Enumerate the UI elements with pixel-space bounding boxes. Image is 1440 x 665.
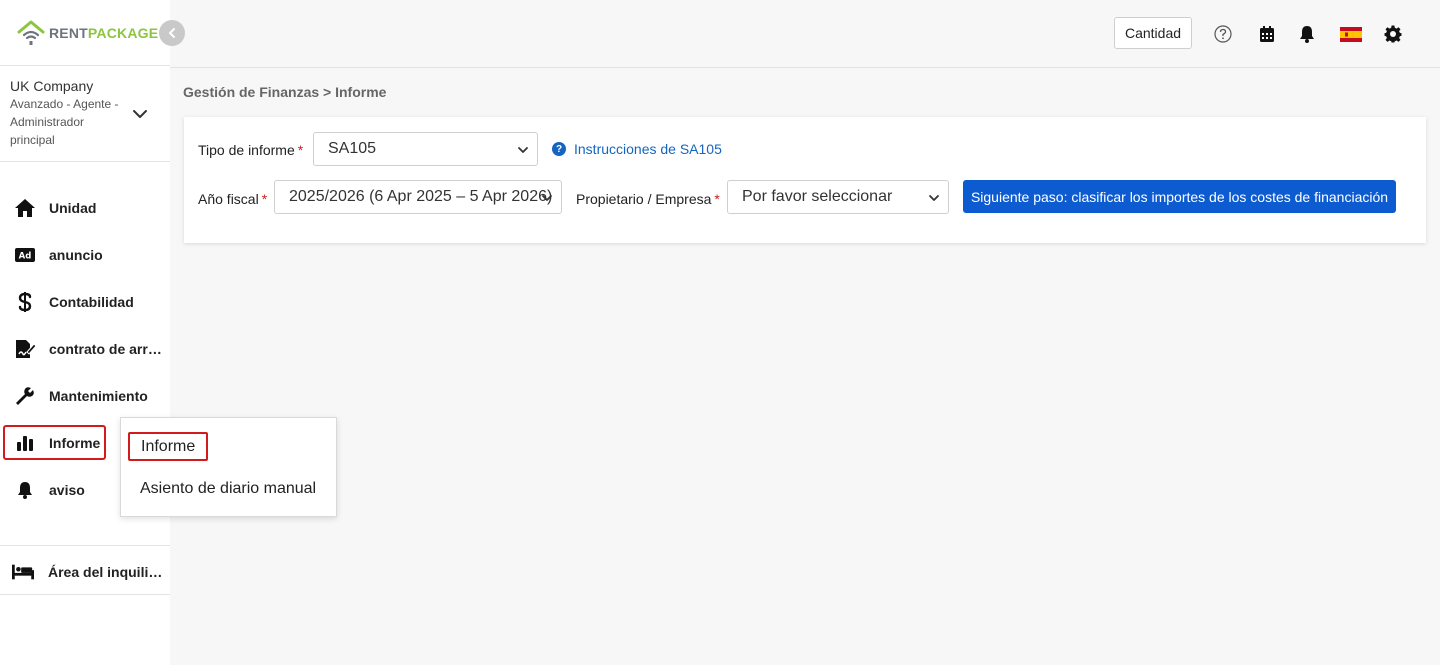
user-role: Avanzado - Agente - Administrador princi… <box>10 97 119 147</box>
submenu-item-journal-entry[interactable]: Asiento de diario manual <box>140 480 316 498</box>
divider <box>0 545 170 546</box>
home-icon <box>14 197 36 219</box>
sidebar-item-contabilidad[interactable]: Contabilidad <box>0 284 170 320</box>
sidebar-item-label: anuncio <box>49 247 103 263</box>
required-asterisk: * <box>714 191 720 207</box>
chevron-down-icon <box>542 195 552 201</box>
sidebar-item-label: contrato de arrendamiento <box>49 341 165 357</box>
required-asterisk: * <box>261 191 268 207</box>
question-circle-icon: ? <box>552 142 566 156</box>
chevron-down-icon <box>518 147 528 153</box>
collapse-sidebar-button[interactable] <box>159 20 185 46</box>
sidebar-item-anuncio[interactable]: Ad anuncio <box>0 237 170 273</box>
divider <box>0 65 170 66</box>
sidebar-item-label: Contabilidad <box>49 294 134 310</box>
brand-name: RENTPACKAGE <box>49 25 159 41</box>
report-type-select[interactable]: SA105 <box>313 132 538 166</box>
sidebar-item-label: Área del inquilino <box>48 564 164 580</box>
gear-icon[interactable] <box>1383 24 1403 44</box>
divider <box>0 161 170 162</box>
sidebar-item-mantenimiento[interactable]: Mantenimiento <box>0 378 170 414</box>
owner-label: Propietario / Empresa * <box>576 191 720 207</box>
breadcrumb: Gestión de Finanzas > Informe <box>183 84 387 100</box>
report-form-card: Tipo de informe * SA105 ? Instrucciones d… <box>184 117 1426 243</box>
sidebar-item-tenant-area[interactable]: Área del inquilino <box>0 554 170 590</box>
quantity-button[interactable]: Cantidad <box>1114 17 1192 49</box>
chevron-left-icon <box>169 28 175 38</box>
fiscal-year-select[interactable]: 2025/2026 (6 Apr 2025 – 5 Apr 2026) <box>274 180 562 214</box>
svg-text:Ad: Ad <box>19 252 32 262</box>
sidebar-item-unidad[interactable]: Unidad <box>0 190 170 226</box>
sa105-instructions-link[interactable]: ? Instrucciones de SA105 <box>552 141 722 157</box>
chevron-down-icon <box>929 195 939 201</box>
chevron-down-icon[interactable] <box>132 108 148 120</box>
spain-flag-icon[interactable] <box>1340 24 1362 44</box>
ad-icon: Ad <box>14 244 36 266</box>
calendar-icon[interactable] <box>1257 24 1277 44</box>
report-type-label: Tipo de informe * <box>198 142 304 158</box>
company-name: UK Company <box>10 78 94 94</box>
fiscal-year-label: Año fiscal * <box>198 191 268 207</box>
contract-icon <box>14 338 36 360</box>
sidebar-item-label: aviso <box>49 482 85 498</box>
informe-submenu: Informe Asiento de diario manual <box>120 417 337 517</box>
bell-icon <box>14 479 36 501</box>
divider <box>0 594 170 595</box>
sidebar-item-label: Unidad <box>49 200 97 216</box>
dollar-icon <box>14 291 36 313</box>
active-highlight <box>3 425 106 460</box>
sidebar-item-contrato[interactable]: contrato de arrendamiento <box>0 331 170 367</box>
next-step-button[interactable]: Siguiente paso: clasificar los importes … <box>963 180 1396 213</box>
bell-icon[interactable] <box>1297 24 1317 44</box>
required-asterisk: * <box>297 142 304 158</box>
submenu-item-informe[interactable]: Informe <box>128 432 208 461</box>
top-header: Cantidad <box>170 0 1440 68</box>
brand-logo[interactable]: RENTPACKAGE <box>17 19 158 47</box>
sidebar: RENTPACKAGE UK Company Avanzado - Agente… <box>0 0 185 665</box>
help-icon[interactable] <box>1213 24 1233 44</box>
wifi-house-icon <box>17 20 45 45</box>
bed-icon <box>12 561 34 583</box>
sidebar-item-label: Mantenimiento <box>49 388 148 404</box>
owner-select[interactable]: Por favor seleccionar <box>727 180 949 214</box>
wrench-icon <box>14 385 36 407</box>
